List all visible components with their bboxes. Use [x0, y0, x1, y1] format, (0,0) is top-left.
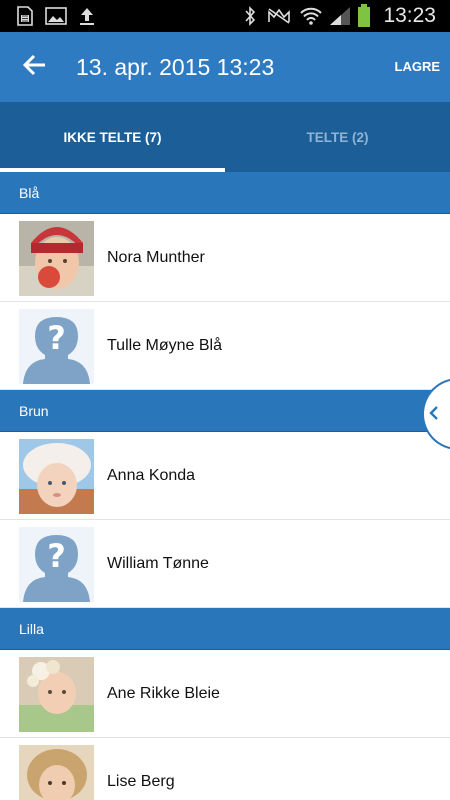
- child-name: Anna Konda: [107, 467, 196, 484]
- avatar-photo: [19, 439, 94, 514]
- image-icon: [44, 0, 68, 32]
- status-time: 13:23: [383, 4, 436, 27]
- group-header-lilla: Lilla: [0, 608, 450, 650]
- list-item[interactable]: Ane Rikke Bleie: [0, 650, 450, 738]
- tab-telte[interactable]: TELTE (2): [225, 102, 450, 172]
- wifi-icon: [298, 0, 324, 32]
- child-name: Ane Rikke Bleie: [107, 685, 220, 702]
- list-item[interactable]: Nora Munther: [0, 214, 450, 302]
- upload-icon: [76, 0, 98, 32]
- sim-card-icon: [14, 0, 36, 32]
- status-bar: 13:23: [0, 0, 450, 32]
- tab-ikke-telte[interactable]: IKKE TELTE (7): [0, 102, 225, 172]
- list-item[interactable]: Anna Konda: [0, 432, 450, 520]
- placeholder-avatar-icon: ?: [19, 527, 94, 602]
- list-item[interactable]: ? William Tønne: [0, 520, 450, 608]
- tab-bar: IKKE TELTE (7) TELTE (2): [0, 102, 450, 172]
- child-name: Lise Berg: [107, 773, 175, 790]
- battery-icon: [354, 0, 374, 32]
- avatar-photo: [19, 657, 94, 732]
- placeholder-avatar-icon: ?: [19, 309, 94, 384]
- group-header-bla: Blå: [0, 172, 450, 214]
- avatar-photo: [19, 745, 94, 800]
- signal-icon: [328, 0, 352, 32]
- page-title: 13. apr. 2015 13:23: [76, 54, 275, 80]
- svg-text:?: ?: [47, 319, 66, 357]
- child-list: Blå Nora Munther ? Tulle Møyne Blå Brun …: [0, 172, 450, 800]
- list-item[interactable]: Lise Berg: [0, 738, 450, 800]
- avatar-photo: [19, 221, 94, 296]
- chevron-left-icon: [429, 405, 439, 424]
- save-button[interactable]: LAGRE: [395, 32, 441, 102]
- mute-icon: [266, 0, 292, 32]
- app-bar: 13. apr. 2015 13:23 LAGRE: [0, 32, 450, 102]
- arrow-left-icon: [22, 54, 47, 80]
- back-button[interactable]: [14, 47, 56, 87]
- bluetooth-icon: [240, 0, 260, 32]
- svg-text:?: ?: [47, 537, 66, 575]
- list-item[interactable]: ? Tulle Møyne Blå: [0, 302, 450, 390]
- child-name: William Tønne: [107, 555, 209, 572]
- child-name: Tulle Møyne Blå: [107, 337, 222, 354]
- group-header-brun: Brun: [0, 390, 450, 432]
- child-name: Nora Munther: [107, 249, 205, 266]
